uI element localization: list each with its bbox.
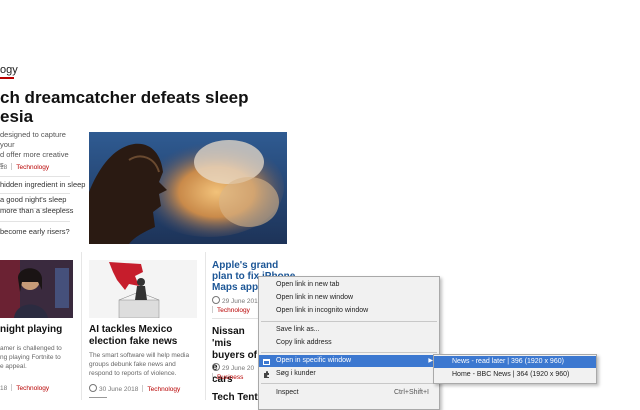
meta-separator [11, 384, 13, 391]
clock-icon [212, 296, 220, 304]
meta-separator [212, 373, 213, 380]
submenu-item-home-bbc-news[interactable]: Home - BBC News | 364 (1920 x 960) [434, 369, 596, 381]
menu-item-copy-link[interactable]: Copy link address [259, 337, 439, 349]
menu-item-label: Inspect [276, 389, 299, 396]
clock-icon [89, 384, 97, 392]
summary-line: designed to capture your [0, 130, 66, 149]
card-summary: The smart software will help media group… [89, 351, 204, 378]
article-headline[interactable]: ch dreamcatcher defeats sleep esia [0, 88, 260, 126]
menu-item-open-new-window[interactable]: Open link in new window [259, 292, 439, 304]
menu-item-open-incognito[interactable]: Open link in incognito window [259, 305, 439, 317]
story-date: 29 June 2018 [222, 298, 262, 305]
menu-item-label: Open in specific window [276, 357, 352, 364]
story-meta: Business [212, 373, 243, 381]
summary-line: ng playing Fortnite to [0, 354, 61, 361]
story-tag[interactable]: Technology [217, 307, 250, 314]
menu-item-inspect[interactable]: Inspect Ctrl+Shift+I [259, 387, 439, 399]
card-image-art [0, 260, 73, 318]
hero-image-art [89, 132, 287, 244]
card-date: 18 [0, 385, 8, 392]
menu-item-label: Open link in new window [276, 294, 354, 301]
summary-line: d offer more creative [0, 150, 69, 159]
submenu-item-news-read-later[interactable]: News - read later | 396 (1920 x 960) [434, 356, 596, 368]
menu-separator [261, 321, 437, 322]
related-link[interactable]: hidden ingredient in sleep [0, 180, 86, 190]
menu-item-search-customers[interactable]: Søg i kunder [259, 368, 439, 380]
puzzle-icon [263, 371, 270, 378]
story-title-line[interactable]: Apple's grand [212, 260, 302, 271]
meta-separator [11, 163, 13, 170]
summary-line: respond to reports of violence. [89, 370, 177, 377]
summary-line: e appeal. [0, 363, 27, 370]
column-divider [205, 252, 206, 400]
section-label[interactable]: ogy [0, 64, 18, 76]
divider [0, 221, 70, 222]
column-divider [81, 252, 82, 400]
context-menu[interactable]: Open link in new tab Open link in new wi… [258, 276, 440, 410]
divider [89, 397, 107, 398]
clock-icon [212, 363, 220, 371]
article-tag[interactable]: Technology [16, 164, 49, 171]
story-tag[interactable]: Business [217, 374, 243, 381]
card-title[interactable]: AI tackles Mexico election fake news [89, 324, 204, 348]
story-meta: 29 June 2018 [212, 296, 261, 305]
card-image-art [89, 260, 197, 318]
article-meta: 18 Technology [0, 163, 49, 171]
summary-line: amer is challenged to [0, 345, 62, 352]
menu-item-open-new-tab[interactable]: Open link in new tab [259, 279, 439, 291]
meta-separator [212, 306, 213, 313]
divider [212, 318, 258, 319]
menu-item-save-link[interactable]: Save link as... [259, 324, 439, 336]
story-meta: Technology [212, 306, 250, 314]
related-link[interactable]: become early risers? [0, 227, 86, 237]
card-title-line[interactable]: AI tackles Mexico [89, 324, 204, 336]
divider [0, 176, 70, 177]
card-image[interactable] [89, 260, 197, 318]
related-link[interactable]: a good night's sleep [0, 195, 86, 205]
submenu-item-label: Home - BBC News | 364 (1920 x 960) [452, 371, 570, 378]
card-tag[interactable]: Technology [16, 385, 49, 392]
hero-image[interactable] [89, 132, 287, 244]
summary-line: The smart software will help media [89, 352, 190, 359]
menu-item-label: Open link in new tab [276, 281, 340, 288]
card-meta: 30 June 2018 Technology [89, 384, 180, 393]
card-tag[interactable]: Technology [147, 386, 180, 393]
section-rule [0, 77, 14, 79]
card-image[interactable] [0, 260, 73, 318]
window-submenu[interactable]: News - read later | 396 (1920 x 960) Hom… [433, 354, 597, 384]
card-summary: amer is challenged to ng playing Fortnit… [0, 344, 80, 371]
story-title[interactable]: Tech Tent: [212, 392, 262, 404]
story-meta: 29 June 20 [212, 363, 254, 372]
menu-item-label: Open link in incognito window [276, 307, 369, 314]
card-title-line[interactable]: election fake news [89, 336, 204, 348]
meta-separator [142, 385, 144, 392]
menu-item-open-specific-window[interactable]: Open in specific window ▶ [259, 355, 439, 367]
menu-item-label: Copy link address [276, 339, 332, 346]
story-title-line[interactable]: Nissan 'mis [212, 326, 262, 350]
headline-line-2[interactable]: esia [0, 107, 260, 126]
window-icon [263, 358, 270, 365]
summary-line: groups debunk fake news and [89, 361, 176, 368]
divider [0, 193, 70, 194]
menu-separator [261, 352, 437, 353]
menu-item-shortcut: Ctrl+Shift+I [393, 389, 429, 396]
story-date: 29 June 20 [222, 365, 255, 372]
menu-item-label: Save link as... [276, 326, 320, 333]
menu-item-label: Søg i kunder [276, 370, 316, 377]
headline-line-1[interactable]: ch dreamcatcher defeats sleep [0, 88, 260, 107]
card-date: 30 June 2018 [99, 386, 139, 393]
card-title[interactable]: night playing [0, 324, 80, 336]
related-link[interactable]: more than a sleepless [0, 206, 86, 216]
card-meta: 18 Technology [0, 384, 49, 392]
article-date: 18 [0, 164, 8, 171]
submenu-item-label: News - read later | 396 (1920 x 960) [452, 358, 564, 365]
menu-separator [261, 383, 437, 384]
